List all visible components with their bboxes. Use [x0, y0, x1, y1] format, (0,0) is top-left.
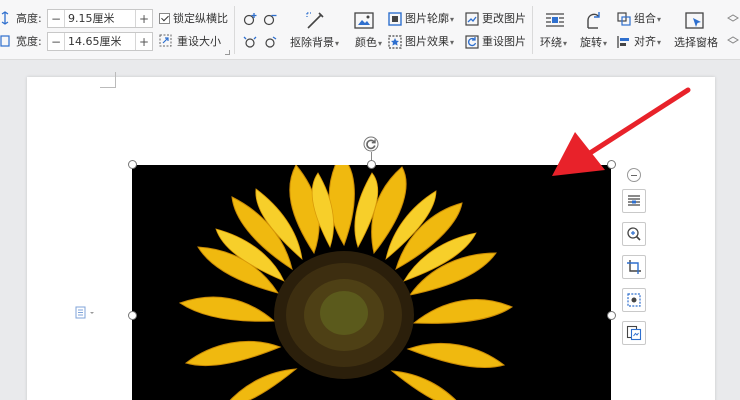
change-picture-icon[interactable]: [465, 12, 479, 26]
picture-tools-ribbon: 高度: − 9.15厘米 + 宽度: − 14.65厘米 + 锁定纵横比 重设大…: [0, 0, 740, 60]
color-icon[interactable]: [353, 10, 375, 32]
align-label: 对齐: [634, 35, 656, 48]
crop-button[interactable]: [622, 255, 646, 279]
height-decrease-button[interactable]: −: [48, 10, 65, 27]
picture-effect-label: 图片效果: [405, 35, 449, 48]
zoom-in-button[interactable]: [622, 222, 646, 246]
height-stepper[interactable]: − 9.15厘米 +: [47, 9, 153, 28]
width-label: 宽度:: [16, 35, 42, 48]
reset-size-label[interactable]: 重设大小: [177, 35, 221, 49]
chevron-down-icon: ▾: [450, 15, 455, 24]
width-icon: [0, 34, 10, 48]
separator: [234, 6, 235, 54]
wrap-button[interactable]: 环绕▾: [540, 36, 567, 51]
resize-handle-top-right[interactable]: [607, 160, 616, 169]
lock-ratio-label[interactable]: 锁定纵横比: [173, 12, 228, 26]
rotate-icon[interactable]: [584, 10, 606, 32]
picture-outline-label: 图片轮廓: [405, 12, 449, 25]
compress-picture-icon: [626, 325, 642, 341]
width-stepper[interactable]: − 14.65厘米 +: [47, 32, 153, 51]
more-icon[interactable]: [726, 12, 740, 48]
resize-handle-middle-right[interactable]: [607, 311, 616, 320]
group-label: 组合: [634, 12, 656, 25]
crop-add-icon[interactable]: [242, 11, 258, 27]
separator: [532, 6, 533, 54]
height-input[interactable]: 9.15厘米: [65, 10, 135, 27]
group-button[interactable]: 组合▾: [634, 12, 661, 27]
chevron-down-icon: ▾: [378, 39, 383, 48]
chevron-down-icon: ▾: [450, 38, 455, 47]
size-group-expander[interactable]: [225, 50, 230, 55]
height-icon: [0, 11, 10, 25]
shape-add-icon[interactable]: [242, 34, 258, 50]
picture-edit-icon: [627, 293, 641, 307]
crop-remove-icon[interactable]: [262, 11, 278, 27]
align-button[interactable]: 对齐▾: [634, 35, 661, 50]
rotate-button[interactable]: 旋转▾: [580, 36, 607, 51]
selection-pane-button[interactable]: 选择窗格: [674, 36, 718, 50]
resize-handle-middle-left[interactable]: [128, 311, 137, 320]
wrap-label: 环绕: [540, 36, 562, 49]
align-icon[interactable]: [617, 35, 631, 49]
page-margin-mark: [100, 72, 116, 88]
picture-effect-button[interactable]: 图片效果▾: [405, 35, 454, 50]
chevron-down-icon: ▾: [335, 39, 340, 48]
remove-background-button[interactable]: 抠除背景▾: [290, 36, 339, 51]
rotate-handle-icon[interactable]: [363, 136, 379, 152]
remove-background-label: 抠除背景: [290, 36, 334, 49]
zoom-in-icon: [627, 227, 641, 241]
width-increase-button[interactable]: +: [135, 33, 152, 50]
color-button[interactable]: 颜色▾: [355, 36, 382, 51]
layout-options-button[interactable]: [622, 189, 646, 213]
compress-picture-button[interactable]: [622, 321, 646, 345]
width-decrease-button[interactable]: −: [48, 33, 65, 50]
resize-handle-top-center[interactable]: [367, 160, 376, 169]
remove-background-icon[interactable]: [304, 10, 326, 32]
change-picture-button[interactable]: 更改图片: [482, 12, 526, 26]
picture-outline-button[interactable]: 图片轮廓▾: [405, 12, 454, 27]
collapse-toolbar-icon[interactable]: [627, 168, 641, 182]
sunflower-drawing: [132, 165, 611, 400]
selection-pane-icon[interactable]: [684, 10, 706, 32]
layout-options-icon: [628, 195, 640, 206]
height-label: 高度:: [16, 12, 42, 25]
shape-remove-icon[interactable]: [262, 34, 278, 50]
height-increase-button[interactable]: +: [135, 10, 152, 27]
resize-handle-top-left[interactable]: [128, 160, 137, 169]
group-icon[interactable]: [617, 12, 631, 26]
chevron-down-icon: ▾: [657, 15, 662, 24]
paragraph-options-icon[interactable]: [75, 306, 97, 320]
reset-size-icon[interactable]: [159, 34, 172, 47]
picture-effect-icon[interactable]: [388, 35, 402, 49]
reset-picture-icon[interactable]: [465, 35, 479, 49]
picture-edit-button[interactable]: [622, 288, 646, 312]
width-input[interactable]: 14.65厘米: [65, 33, 135, 50]
chevron-down-icon: ▾: [563, 39, 568, 48]
lock-ratio-checkbox[interactable]: [159, 13, 170, 24]
sunflower-image[interactable]: [132, 165, 611, 400]
crop-icon: [627, 260, 641, 274]
chevron-down-icon: ▾: [603, 39, 608, 48]
rotate-label: 旋转: [580, 36, 602, 49]
color-label: 颜色: [355, 36, 377, 49]
chevron-down-icon: ▾: [657, 38, 662, 47]
reset-picture-button[interactable]: 重设图片: [482, 35, 526, 49]
picture-outline-icon[interactable]: [388, 12, 402, 26]
text-wrap-icon[interactable]: [544, 10, 566, 32]
